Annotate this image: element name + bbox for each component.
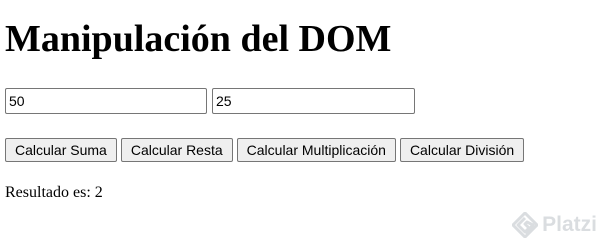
- page-title: Manipulación del DOM: [5, 18, 392, 60]
- platzi-logo-icon: [512, 212, 539, 238]
- result-text: Resultado es: 2: [5, 184, 103, 201]
- platzi-watermark: Platzi: [512, 212, 597, 238]
- platzi-watermark-text: Platzi: [542, 213, 597, 236]
- calculate-sum-button[interactable]: Calcular Suma: [5, 138, 117, 162]
- calculation-buttons: Calcular Suma Calcular Resta Calcular Mu…: [5, 138, 605, 162]
- calculate-divide-button[interactable]: Calcular División: [399, 138, 525, 162]
- page-content: Manipulación del DOM Calcular Suma Calcu…: [0, 0, 605, 203]
- calculate-multiply-button[interactable]: Calcular Multiplicación: [236, 138, 396, 162]
- second-number-input[interactable]: [212, 88, 415, 114]
- first-number-input[interactable]: [5, 88, 207, 114]
- calculate-subtract-button[interactable]: Calcular Resta: [120, 138, 233, 162]
- number-inputs: [5, 88, 605, 114]
